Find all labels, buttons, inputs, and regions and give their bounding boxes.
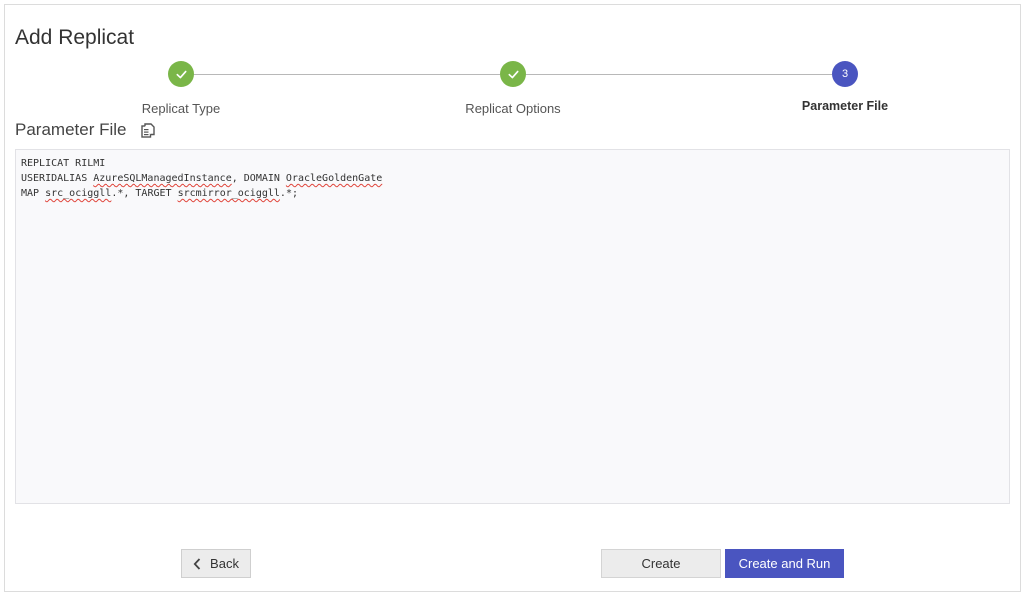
misspelled-token: srcmirror_ociggll [178, 188, 280, 199]
create-and-run-button[interactable]: Create and Run [725, 549, 844, 578]
misspelled-token: src_ociggll [45, 188, 111, 199]
editor-text: REPLICAT RILMI [21, 158, 105, 169]
editor-text: MAP [21, 188, 45, 199]
back-button-label: Back [210, 556, 239, 571]
editor-text: USERIDALIAS [21, 173, 93, 184]
chevron-left-icon [193, 558, 201, 570]
step-label-parameter-file[interactable]: Parameter File [802, 99, 888, 113]
step-label-replicat-options[interactable]: Replicat Options [465, 101, 560, 116]
step-3-number: 3 [842, 68, 848, 80]
misspelled-token: AzureSQLManagedInstance [93, 173, 231, 184]
check-icon [175, 68, 188, 81]
editor-line: MAP src_ociggll.*, TARGET srcmirror_ocig… [21, 186, 1004, 201]
editor-text: , DOMAIN [232, 173, 286, 184]
step-1-indicator[interactable] [168, 61, 194, 87]
stepper-connector-1 [193, 74, 500, 75]
back-button[interactable]: Back [181, 549, 251, 578]
section-title: Parameter File [15, 120, 126, 140]
parameter-file-editor[interactable]: REPLICAT RILMI USERIDALIAS AzureSQLManage… [15, 149, 1010, 504]
misspelled-token: OracleGoldenGate [286, 173, 382, 184]
copy-icon[interactable] [141, 123, 155, 138]
editor-text: .*; [280, 188, 298, 199]
editor-line: REPLICAT RILMI [21, 156, 1004, 171]
create-button[interactable]: Create [601, 549, 721, 578]
step-label-replicat-type[interactable]: Replicat Type [142, 101, 221, 116]
editor-line: USERIDALIAS AzureSQLManagedInstance, DOM… [21, 171, 1004, 186]
create-button-label: Create [641, 556, 680, 571]
editor-text: .*, TARGET [111, 188, 177, 199]
page-title: Add Replicat [15, 26, 134, 50]
step-2-indicator[interactable] [500, 61, 526, 87]
step-3-indicator[interactable]: 3 [832, 61, 858, 87]
check-icon [507, 68, 520, 81]
stepper-connector-2 [526, 74, 832, 75]
create-and-run-button-label: Create and Run [739, 556, 831, 571]
